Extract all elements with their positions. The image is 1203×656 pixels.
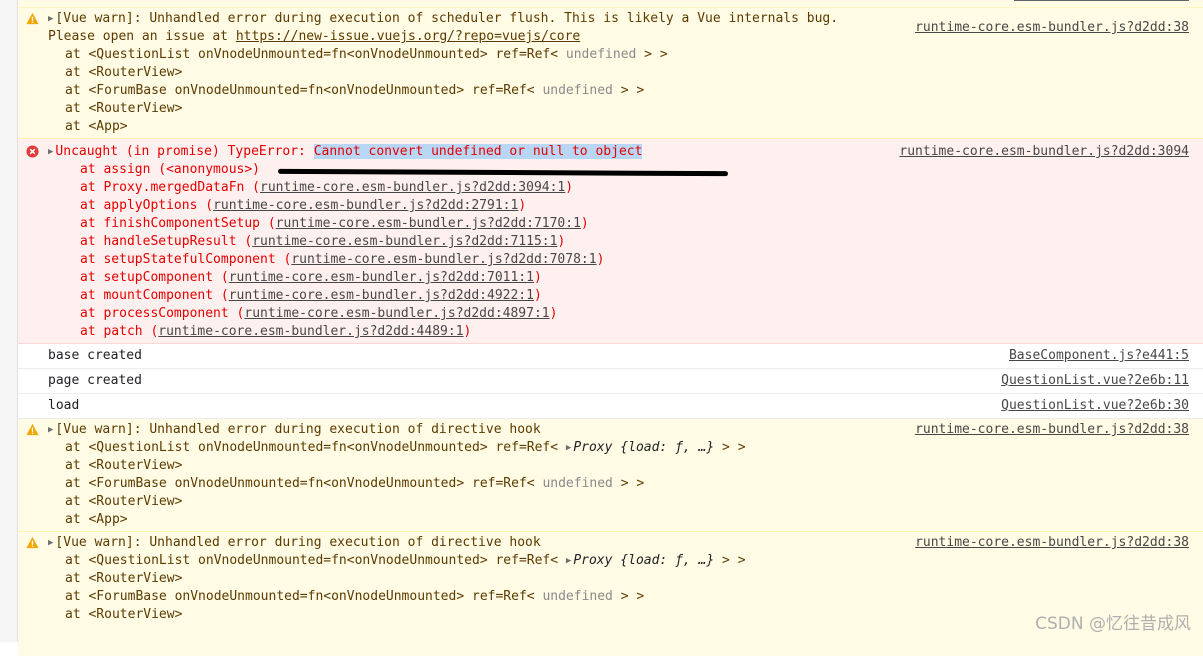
source-link[interactable]: QuestionList.vue?2e6b:11: [1001, 372, 1189, 390]
stack-frame-link[interactable]: runtime-core.esm-bundler.js?d2dd:3094:1: [260, 180, 565, 195]
stack-frame: at mountComponent (runtime-core.esm-bund…: [80, 288, 542, 303]
stack-frame-link[interactable]: runtime-core.esm-bundler.js?d2dd:7115:1: [252, 234, 557, 249]
trace-line: at <ForumBase onVnodeUnmounted=fn<onVnod…: [65, 589, 645, 604]
message-summary: [Vue warn]: Unhandled error during execu…: [55, 11, 839, 26]
proxy-object[interactable]: Proxy {load: ƒ, …}: [573, 440, 714, 455]
console-log-message[interactable]: base created BaseComponent.js?e441:5: [18, 344, 1203, 369]
message-summary: [Vue warn]: Unhandled error during execu…: [55, 535, 541, 550]
stack-frame: at processComponent (runtime-core.esm-bu…: [80, 306, 558, 321]
source-link[interactable]: runtime-core.esm-bundler.js?d2dd:38: [915, 421, 1189, 439]
source-link[interactable]: runtime-core.esm-bundler.js?d2dd:38: [915, 534, 1189, 552]
stack-frame-link[interactable]: runtime-core.esm-bundler.js?d2dd:7078:1: [291, 252, 596, 267]
stack-frame-link[interactable]: runtime-core.esm-bundler.js?d2dd:4489:1: [158, 324, 463, 339]
stack-frame: at applyOptions (runtime-core.esm-bundle…: [80, 198, 527, 213]
stack-frame-link[interactable]: runtime-core.esm-bundler.js?d2dd:2791:1: [213, 198, 518, 213]
expand-triangle-icon[interactable]: ▶: [566, 439, 571, 457]
trace-line: at <RouterView>: [65, 65, 183, 80]
stack-frame: at finishComponentSetup (runtime-core.es…: [80, 216, 589, 231]
expand-triangle-icon[interactable]: ▶: [48, 534, 53, 552]
console-log-message[interactable]: load QuestionList.vue?2e6b:30: [18, 394, 1203, 419]
trace-line: at <ForumBase onVnodeUnmounted=fn<onVnod…: [65, 476, 645, 491]
stack-frame: at handleSetupResult (runtime-core.esm-b…: [80, 234, 566, 249]
stack-frame-link[interactable]: runtime-core.esm-bundler.js?d2dd:4922:1: [229, 288, 534, 303]
source-link[interactable]: BaseComponent.js?e441:5: [1009, 347, 1189, 365]
console-messages: ▶ [Vue warn]: Unhandled error during exec…: [18, 0, 1203, 656]
trace-line: at <QuestionList onVnodeUnmounted=fn<onV…: [65, 439, 746, 457]
stack-frame-link[interactable]: runtime-core.esm-bundler.js?d2dd:4897:1: [244, 306, 549, 321]
console-warning-message[interactable]: ▶ [Vue warn]: Unhandled error during exec…: [18, 8, 1203, 139]
trace-line: at <RouterView>: [65, 571, 183, 586]
expand-triangle-icon[interactable]: ▶: [48, 143, 53, 161]
trace-line: at <RouterView>: [65, 101, 183, 116]
trace-line: at <RouterView>: [65, 607, 183, 622]
truncated-source-link[interactable]: [1014, 0, 1189, 1]
stack-frame: at setupComponent (runtime-core.esm-bund…: [80, 270, 542, 285]
console-gutter: [0, 0, 18, 642]
stack-frame-link[interactable]: runtime-core.esm-bundler.js?d2dd:7011:1: [229, 270, 534, 285]
expand-triangle-icon[interactable]: ▶: [566, 552, 571, 570]
source-link[interactable]: QuestionList.vue?2e6b:30: [1001, 397, 1189, 415]
warning-triangle-icon: [26, 423, 39, 436]
warning-triangle-icon: [26, 12, 39, 25]
issue-link[interactable]: https://new-issue.vuejs.org/?repo=vuejs/…: [236, 29, 580, 44]
error-summary: Uncaught (in promise) TypeError:: [55, 144, 314, 159]
message-summary: [Vue warn]: Unhandled error during execu…: [55, 422, 541, 437]
proxy-object[interactable]: Proxy {load: ƒ, …}: [573, 553, 714, 568]
stack-frame: at patch (runtime-core.esm-bundler.js?d2…: [80, 324, 472, 339]
source-link[interactable]: runtime-core.esm-bundler.js?d2dd:3094: [899, 143, 1189, 161]
message-text: Please open an issue at: [48, 29, 236, 44]
console-warning-message[interactable]: ▶ [Vue warn]: Unhandled error during exec…: [18, 419, 1203, 532]
trace-line: at <RouterView>: [65, 458, 183, 473]
trace-line: at <RouterView>: [65, 494, 183, 509]
source-link[interactable]: runtime-core.esm-bundler.js?d2dd:38: [915, 19, 1189, 37]
trace-line: at <ForumBase onVnodeUnmounted=fn<onVnod…: [65, 83, 645, 98]
expand-triangle-icon[interactable]: ▶: [48, 421, 53, 439]
expand-triangle-icon[interactable]: ▶: [48, 10, 53, 28]
stack-frame-link[interactable]: runtime-core.esm-bundler.js?d2dd:7170:1: [276, 216, 581, 231]
warning-triangle-icon: [26, 536, 39, 549]
highlighted-error-text: Cannot convert undefined or null to obje…: [313, 144, 643, 159]
console-log-message[interactable]: page created QuestionList.vue?2e6b:11: [18, 369, 1203, 394]
trace-line: at <QuestionList onVnodeUnmounted=fn<onV…: [65, 552, 746, 570]
trace-line: at <App>: [65, 512, 128, 527]
stack-frame: at Proxy.mergedDataFn (runtime-core.esm-…: [80, 180, 574, 195]
error-circle-icon: [26, 145, 39, 158]
trace-line: at <QuestionList onVnodeUnmounted=fn<onV…: [65, 47, 668, 62]
watermark: CSDN @忆往昔成风: [1035, 614, 1191, 634]
trace-line: at <App>: [65, 119, 128, 134]
stack-frame: at setupStatefulComponent (runtime-core.…: [80, 252, 605, 267]
truncated-previous-message: [18, 0, 1203, 8]
console-warning-message[interactable]: ▶ [Vue warn]: Unhandled error during exec…: [18, 532, 1203, 656]
